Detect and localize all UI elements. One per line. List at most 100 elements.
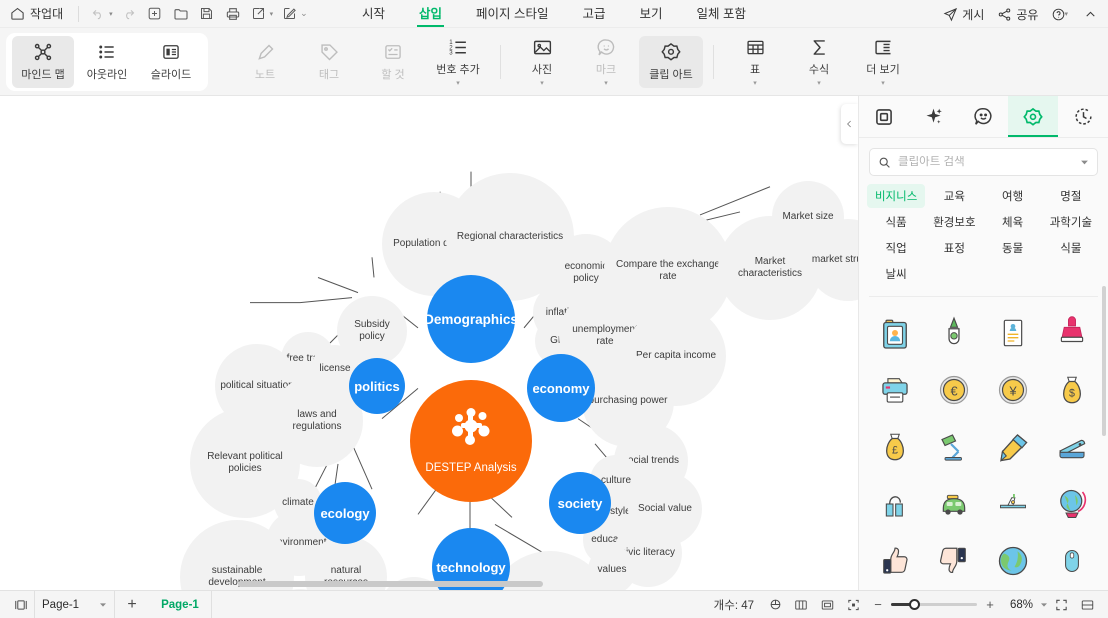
ribbon-outline-button[interactable]: 아웃라인 bbox=[76, 36, 138, 88]
panel-tab-clipart[interactable] bbox=[1008, 96, 1059, 137]
more-caret-icon[interactable]: ▾ bbox=[881, 80, 885, 87]
category-sports[interactable]: 체육 bbox=[984, 210, 1042, 234]
category-food[interactable]: 식품 bbox=[867, 210, 925, 234]
document-clipart[interactable] bbox=[984, 309, 1043, 356]
presentation-button[interactable] bbox=[1074, 594, 1100, 616]
help-button[interactable]: ▾ bbox=[1046, 7, 1075, 22]
ribbon-more-button[interactable]: 더 보기 ▾ bbox=[852, 36, 914, 88]
split-view-button[interactable] bbox=[788, 594, 814, 616]
airplane-clipart[interactable] bbox=[984, 480, 1043, 527]
table-caret-icon[interactable]: ▾ bbox=[753, 80, 757, 87]
binder-clip-clipart[interactable] bbox=[865, 480, 924, 527]
collapse-ribbon-button[interactable] bbox=[1078, 3, 1102, 25]
ribbon-mindmap-button[interactable]: 마인드 맵 bbox=[12, 35, 74, 88]
euro-coin-clipart[interactable]: € bbox=[924, 366, 983, 413]
category-environment[interactable]: 환경보호 bbox=[925, 210, 983, 234]
fit-page-button[interactable] bbox=[814, 594, 840, 616]
undo-button[interactable] bbox=[86, 3, 110, 25]
image-caret-icon[interactable]: ▾ bbox=[540, 80, 544, 87]
category-occupation[interactable]: 직업 bbox=[867, 236, 925, 260]
page-tab-page-1[interactable]: Page-1 bbox=[149, 590, 212, 618]
earth-clipart[interactable] bbox=[984, 537, 1043, 584]
car-clipart[interactable] bbox=[924, 480, 983, 527]
glue-bottle-clipart[interactable] bbox=[924, 309, 983, 356]
redo-button[interactable] bbox=[117, 3, 141, 25]
category-science-tech[interactable]: 과학기술 bbox=[1042, 210, 1100, 234]
category-business[interactable]: 비지니스 bbox=[867, 184, 926, 208]
desk-lamp-clipart[interactable] bbox=[924, 423, 983, 470]
ribbon-mark-button[interactable]: 마크 ▾ bbox=[575, 36, 637, 88]
thumbs-up-clipart[interactable] bbox=[865, 537, 924, 584]
stapler-clipart[interactable] bbox=[1043, 423, 1102, 470]
computer-mouse-clipart[interactable] bbox=[1043, 537, 1102, 584]
panel-tab-recent[interactable] bbox=[1058, 96, 1108, 137]
zoom-slider-handle[interactable] bbox=[909, 599, 920, 610]
toggle-sidebar-button[interactable] bbox=[8, 594, 34, 616]
menu-include-all[interactable]: 일체 포함 bbox=[695, 1, 748, 28]
menu-start[interactable]: 시작 bbox=[360, 1, 387, 28]
chevron-down-icon[interactable] bbox=[1080, 158, 1089, 167]
category-plant[interactable]: 식물 bbox=[1042, 236, 1100, 260]
ribbon-clipart-button[interactable]: 클립 아트 bbox=[639, 35, 703, 88]
category-node-economy[interactable]: economy bbox=[527, 354, 595, 422]
formula-caret-icon[interactable]: ▾ bbox=[817, 80, 821, 87]
category-node-politics[interactable]: politics bbox=[349, 358, 405, 414]
category-education[interactable]: 교육 bbox=[925, 184, 983, 208]
export-button[interactable] bbox=[247, 3, 271, 25]
mindmap-canvas[interactable]: Population density Regional characterist… bbox=[0, 96, 858, 590]
ribbon-numbering-button[interactable]: 1 2 3 번호 추가 ▾ bbox=[426, 36, 490, 88]
canvas-horizontal-scrollbar[interactable] bbox=[238, 581, 543, 587]
menu-advanced[interactable]: 고급 bbox=[581, 1, 608, 28]
category-weather[interactable]: 날씨 bbox=[867, 262, 925, 286]
ribbon-slide-button[interactable]: 슬라이드 bbox=[140, 36, 202, 88]
zoom-slider[interactable] bbox=[891, 599, 977, 610]
category-expression[interactable]: 표정 bbox=[925, 236, 983, 260]
ribbon-formula-button[interactable]: 수식 ▾ bbox=[788, 36, 850, 88]
category-node-ecology[interactable]: ecology bbox=[314, 482, 376, 544]
publish-button[interactable]: 게시 bbox=[938, 6, 989, 23]
category-travel[interactable]: 여행 bbox=[984, 184, 1042, 208]
ribbon-tag-button[interactable]: 태그 bbox=[298, 36, 360, 88]
workspace-home-button[interactable]: 작업대 bbox=[8, 5, 71, 22]
pencil-clipart[interactable] bbox=[984, 423, 1043, 470]
printer-clipart[interactable] bbox=[865, 366, 924, 413]
panel-collapse-button[interactable] bbox=[841, 104, 858, 144]
ribbon-image-button[interactable]: 사진 ▾ bbox=[511, 36, 573, 88]
fit-selection-button[interactable] bbox=[840, 594, 866, 616]
new-button[interactable] bbox=[143, 3, 167, 25]
export-caret-icon[interactable]: ▾ bbox=[270, 10, 274, 18]
panel-tab-ai[interactable] bbox=[909, 96, 959, 137]
menu-page-style[interactable]: 페이지 스타일 bbox=[474, 1, 550, 28]
clipart-search-input[interactable] bbox=[898, 156, 1073, 168]
zoom-in-button[interactable]: + bbox=[984, 597, 996, 612]
category-node-demographics[interactable]: Demographics bbox=[424, 275, 518, 363]
panel-scrollbar[interactable] bbox=[1102, 286, 1106, 436]
ribbon-todo-button[interactable]: 할 것 bbox=[362, 36, 424, 88]
open-button[interactable] bbox=[169, 3, 193, 25]
pointer-mode-button[interactable] bbox=[762, 594, 788, 616]
undo-caret-icon[interactable]: ▾ bbox=[109, 10, 113, 18]
category-holiday[interactable]: 명절 bbox=[1042, 184, 1100, 208]
stamp-clipart[interactable] bbox=[1043, 309, 1102, 356]
dollar-money-bag-clipart[interactable]: $ bbox=[1043, 366, 1102, 413]
category-node-society[interactable]: society bbox=[549, 472, 611, 534]
add-page-button[interactable]: + bbox=[115, 596, 149, 614]
pound-money-bag-clipart[interactable]: £ bbox=[865, 423, 924, 470]
zoom-out-button[interactable]: − bbox=[872, 597, 884, 612]
ribbon-note-button[interactable]: 노트 bbox=[234, 36, 296, 88]
globe-stand-clipart[interactable] bbox=[1043, 480, 1102, 527]
edit-button[interactable] bbox=[277, 3, 301, 25]
thumbs-down-clipart[interactable] bbox=[924, 537, 983, 584]
panel-tab-emoji[interactable] bbox=[959, 96, 1009, 137]
fullscreen-button[interactable] bbox=[1048, 594, 1074, 616]
chevron-down-icon[interactable] bbox=[1040, 601, 1048, 609]
overflow-caret-icon[interactable]: ⌄ bbox=[300, 8, 308, 19]
ribbon-table-button[interactable]: 표 ▾ bbox=[724, 36, 786, 88]
panel-tab-frame[interactable] bbox=[859, 96, 909, 137]
root-node[interactable]: DESTEP Analysis bbox=[410, 380, 532, 502]
share-button[interactable]: 공유 bbox=[992, 6, 1043, 23]
print-button[interactable] bbox=[221, 3, 245, 25]
category-animal[interactable]: 동물 bbox=[984, 236, 1042, 260]
mark-caret-icon[interactable]: ▾ bbox=[604, 80, 608, 87]
page-selector[interactable]: Page-1 bbox=[34, 590, 116, 618]
